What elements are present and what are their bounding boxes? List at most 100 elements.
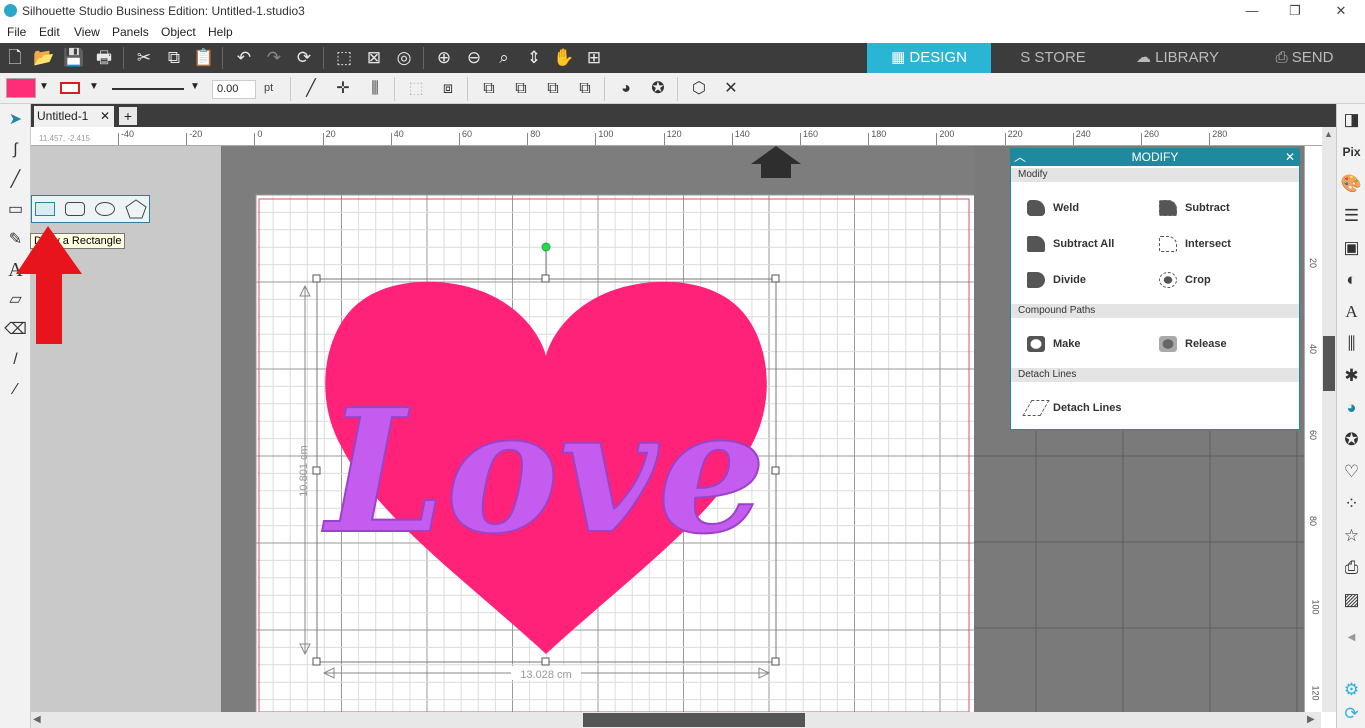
rectangle-tool-icon[interactable]: ▭: [3, 198, 28, 222]
copy-icon[interactable]: ⧉: [162, 47, 186, 69]
close-panel-icon[interactable]: ✕: [1285, 149, 1295, 166]
scroll-right-icon[interactable]: ▶: [1307, 714, 1315, 725]
tab-design[interactable]: ▦ DESIGN: [867, 43, 991, 73]
tab-store[interactable]: S STORE: [995, 43, 1111, 73]
line-color-dropdown-icon[interactable]: ▼: [89, 81, 99, 92]
select-arrow-icon[interactable]: ➤: [3, 108, 28, 132]
ungroup-icon[interactable]: ⧈: [436, 78, 460, 100]
subtract-button[interactable]: Subtract: [1159, 198, 1230, 218]
sketch-effect-icon[interactable]: ▨: [1339, 586, 1364, 614]
rotation-handle[interactable]: [541, 242, 551, 252]
replicate-star-icon[interactable]: ✪: [646, 78, 670, 100]
group-icon[interactable]: ⬚: [404, 78, 428, 100]
select-all-icon[interactable]: ⬚: [332, 47, 356, 69]
favorites-star-icon[interactable]: ☆: [1339, 522, 1364, 550]
align-panel-icon[interactable]: ⫼: [1339, 330, 1364, 358]
menu-file[interactable]: File: [7, 25, 26, 39]
fill-dropdown-icon[interactable]: ▼: [39, 81, 49, 92]
point-edit-icon[interactable]: ∫: [3, 138, 28, 162]
sync-icon[interactable]: ⟳: [1339, 700, 1364, 728]
release-compound-button[interactable]: Release: [1159, 334, 1227, 354]
line-style-dropdown-icon[interactable]: ▼: [190, 81, 200, 92]
paste-icon[interactable]: 📋: [192, 47, 216, 69]
redo-icon[interactable]: ↷: [262, 47, 286, 69]
deselect-icon[interactable]: ⊠: [362, 47, 386, 69]
add-tab-button[interactable]: +: [119, 107, 137, 125]
handle-top-right[interactable]: [771, 274, 780, 283]
menu-help[interactable]: Help: [208, 25, 233, 39]
pixscan-icon[interactable]: Pix: [1339, 138, 1364, 166]
divide-button[interactable]: Divide: [1027, 270, 1086, 290]
line-tool-icon[interactable]: ╱: [299, 78, 323, 100]
handle-left[interactable]: [312, 466, 321, 475]
rectangle-shape-icon[interactable]: [35, 202, 55, 216]
line-color-swatch[interactable]: [60, 82, 80, 94]
polygon-icon[interactable]: [124, 199, 148, 219]
handle-bottom-left[interactable]: [312, 657, 321, 666]
line-tool-icon[interactable]: ╱: [3, 168, 28, 192]
trace-icon[interactable]: ⁘: [1339, 490, 1364, 518]
delete-x-icon[interactable]: ✕: [719, 78, 743, 100]
close-button[interactable]: ✕: [1327, 2, 1355, 20]
knife-icon[interactable]: /: [3, 348, 28, 372]
tab-library[interactable]: ☁ LIBRARY: [1115, 43, 1240, 73]
vertical-scroll-thumb[interactable]: [1323, 336, 1335, 391]
line-style-preview[interactable]: [112, 88, 184, 90]
subtract-all-button[interactable]: Subtract All: [1027, 234, 1114, 254]
handle-top[interactable]: [541, 274, 550, 283]
vertical-scrollbar[interactable]: ▲: [1322, 127, 1336, 712]
document-tab[interactable]: Untitled-1 ✕: [34, 106, 114, 127]
scroll-left-icon[interactable]: ◀: [33, 714, 41, 725]
drag-zoom-icon[interactable]: ⇕: [522, 47, 546, 69]
open-folder-icon[interactable]: 📂: [32, 47, 56, 69]
print-icon[interactable]: 🖶: [92, 47, 116, 69]
bring-to-front-icon[interactable]: ⧉: [477, 78, 501, 100]
page-setup-icon[interactable]: ◨: [1339, 106, 1364, 134]
line-width-input[interactable]: 0.00: [212, 80, 256, 99]
close-tab-icon[interactable]: ✕: [100, 106, 110, 127]
handle-bottom-right[interactable]: [771, 657, 780, 666]
contrast-icon[interactable]: ◐: [1339, 266, 1364, 294]
offset-icon[interactable]: ♡: [1339, 458, 1364, 486]
crop-button[interactable]: Crop: [1159, 270, 1211, 290]
zoom-out-icon[interactable]: ⊖: [462, 47, 486, 69]
make-compound-button[interactable]: Make: [1027, 334, 1081, 354]
modify-shapes-icon[interactable]: ◕: [614, 78, 638, 100]
zoom-selection-icon[interactable]: ⌕: [492, 47, 516, 69]
move-icon[interactable]: ✛: [331, 78, 355, 100]
text-style-icon[interactable]: A: [1339, 298, 1364, 326]
tab-send[interactable]: ⎙ SEND: [1244, 43, 1365, 73]
save-icon[interactable]: 💾: [62, 47, 86, 69]
menu-edit[interactable]: Edit: [39, 25, 60, 39]
weld-button[interactable]: Weld: [1027, 198, 1079, 218]
eyedropper-icon[interactable]: ⁄: [3, 378, 28, 402]
menu-view[interactable]: View: [74, 25, 100, 39]
love-text[interactable]: Love: [321, 371, 767, 573]
ellipse-icon[interactable]: [95, 202, 115, 216]
zoom-in-icon[interactable]: ⊕: [432, 47, 456, 69]
rounded-rectangle-icon[interactable]: [65, 202, 85, 216]
send-panel-icon[interactable]: ⎙: [1339, 554, 1364, 582]
bring-forward-icon[interactable]: ⧉: [509, 78, 533, 100]
minimize-button[interactable]: —: [1238, 2, 1266, 20]
collapse-panel-icon[interactable]: ︿: [1014, 149, 1026, 166]
cut-icon[interactable]: ✂: [132, 47, 156, 69]
handle-right[interactable]: [771, 466, 780, 475]
line-style-icon[interactable]: ☰: [1339, 202, 1364, 230]
fill-palette-icon[interactable]: 🎨: [1339, 170, 1364, 198]
menu-object[interactable]: Object: [161, 25, 196, 39]
replicate-icon[interactable]: ✪: [1339, 426, 1364, 454]
new-file-icon[interactable]: 🗋: [3, 47, 27, 69]
collapse-panels-icon[interactable]: ◀: [1339, 624, 1364, 652]
align-icon[interactable]: ⫼: [363, 78, 387, 100]
select-by-color-icon[interactable]: ◎: [392, 47, 416, 69]
handle-bottom[interactable]: [541, 657, 550, 666]
horizontal-scroll-thumb[interactable]: [583, 713, 805, 727]
restore-button[interactable]: ❐: [1281, 2, 1309, 20]
scroll-up-icon[interactable]: ▲: [1324, 129, 1333, 139]
transform-icon[interactable]: ✱: [1339, 362, 1364, 390]
menu-panels[interactable]: Panels: [112, 25, 149, 39]
send-backward-icon[interactable]: ⧉: [541, 78, 565, 100]
fill-color-swatch[interactable]: [6, 78, 36, 98]
pan-hand-icon[interactable]: ✋: [552, 47, 576, 69]
